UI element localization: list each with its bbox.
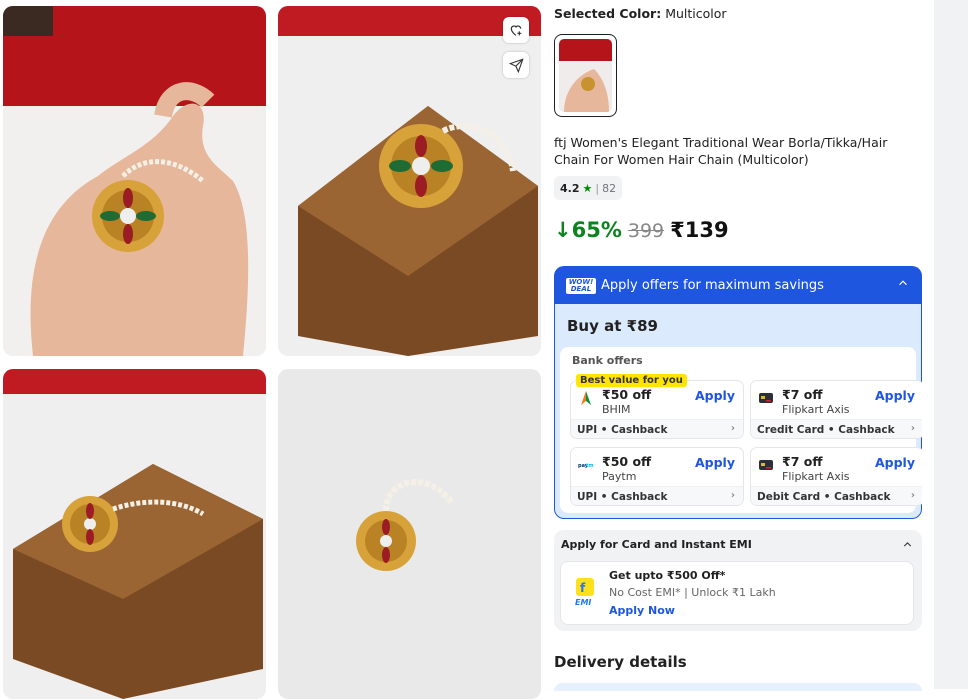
original-price: 399: [627, 220, 665, 242]
share-button[interactable]: [503, 52, 529, 78]
best-value-tag: Best value for you: [576, 374, 687, 387]
selected-color-label: Selected Color:: [554, 6, 662, 21]
offers-header-title: Apply offers for maximum savings: [601, 278, 824, 293]
offer-provider: Flipkart Axis: [782, 403, 850, 416]
delivery-details-box: [554, 683, 922, 691]
offer-footer-text: UPI • Cashback: [577, 424, 668, 436]
rating-count: 82: [602, 181, 617, 195]
offers-card: WOW! DEAL Apply offers for maximum savin…: [554, 266, 922, 519]
bank-offers-panel: Bank offers Best value for you ₹50 off B…: [560, 347, 922, 513]
apply-offer-button[interactable]: Apply: [875, 455, 915, 470]
emi-icon-label: EMI: [575, 598, 591, 606]
bhim-icon: [581, 391, 591, 405]
svg-text:f: f: [580, 581, 586, 595]
product-image-3[interactable]: [3, 369, 266, 699]
wow-deal-badge: WOW! DEAL: [566, 278, 596, 294]
card-icon: [759, 393, 773, 403]
rating-badge[interactable]: 4.2 ★ | 82: [554, 176, 623, 200]
emi-header[interactable]: Apply for Card and Instant EMI: [561, 538, 752, 551]
chevron-right-icon: ›: [730, 490, 735, 501]
rating-value: 4.2: [560, 181, 580, 195]
wow-badge-line2: DEAL: [570, 285, 592, 293]
chevron-right-icon: ›: [910, 423, 915, 434]
apply-now-link[interactable]: Apply Now: [609, 604, 675, 617]
offer-footer: Credit Card • Cashback ›: [751, 419, 922, 438]
chevron-right-icon: ›: [910, 490, 915, 501]
paytm-icon: paytm: [578, 462, 594, 469]
svg-text:tm: tm: [586, 463, 594, 469]
selected-color: Selected Color: Multicolor: [554, 6, 727, 21]
selling-price: ₹139: [670, 218, 729, 242]
apply-offer-button[interactable]: Apply: [695, 455, 735, 470]
offer-card-axis-credit[interactable]: ₹7 off Flipkart Axis Apply Credit Card •…: [750, 380, 922, 439]
offer-footer-text: Credit Card • Cashback: [757, 424, 895, 436]
offer-provider: Paytm: [602, 470, 637, 483]
card-icon: [759, 460, 773, 470]
offer-card-axis-debit[interactable]: ₹7 off Flipkart Axis Apply Debit Card • …: [750, 447, 922, 506]
heart-plus-icon: [510, 25, 522, 36]
product-image-4[interactable]: [278, 369, 541, 699]
offer-amount: ₹7 off: [782, 454, 823, 469]
emi-offer-subtitle: No Cost EMI* | Unlock ₹1 Lakh: [609, 586, 776, 599]
card-emi-section: Apply for Card and Instant EMI f EMI Get…: [554, 530, 922, 631]
chevron-up-icon[interactable]: [901, 538, 914, 551]
page-gutter: [934, 0, 968, 689]
offer-amount: ₹50 off: [602, 387, 652, 402]
offer-footer-text: Debit Card • Cashback: [757, 491, 891, 503]
price-row: ↓65% 399 ₹139: [554, 218, 729, 242]
offer-footer: Debit Card • Cashback ›: [751, 486, 922, 505]
color-variant-thumbnail[interactable]: [554, 34, 617, 117]
product-title: ftj Women's Elegant Traditional Wear Bor…: [554, 135, 888, 167]
offer-amount: ₹50 off: [602, 454, 652, 469]
apply-offer-button[interactable]: Apply: [875, 388, 915, 403]
offer-provider: BHIM: [602, 403, 631, 416]
buy-at-price: Buy at ₹89: [567, 317, 658, 335]
offer-amount: ₹7 off: [782, 387, 823, 402]
offer-card-bhim[interactable]: Best value for you ₹50 off BHIM Apply UP…: [570, 374, 744, 439]
share-icon: [508, 57, 524, 73]
apply-offer-button[interactable]: Apply: [695, 388, 735, 403]
offer-provider: Flipkart Axis: [782, 470, 850, 483]
product-image-2[interactable]: [278, 6, 541, 356]
chevron-right-icon: ›: [730, 423, 735, 434]
flipkart-emi-icon: f EMI: [575, 578, 594, 606]
rating-separator: |: [595, 181, 600, 195]
offers-header[interactable]: WOW! DEAL Apply offers for maximum savin…: [554, 266, 922, 304]
chevron-up-icon: [899, 280, 907, 286]
offer-footer-text: UPI • Cashback: [577, 491, 668, 503]
offers-body: Buy at ₹89 Bank offers Best value for yo…: [555, 304, 922, 518]
delivery-details-heading: Delivery details: [554, 653, 687, 671]
selected-color-value: Multicolor: [665, 6, 727, 21]
offer-card-paytm[interactable]: pay tm ₹50 off Paytm Apply UPI • Cashback…: [570, 447, 744, 506]
discount-percent: ↓65%: [554, 218, 622, 242]
wishlist-button[interactable]: [503, 17, 529, 43]
product-image-1[interactable]: [3, 6, 266, 356]
emi-offer-card[interactable]: f EMI Get upto ₹500 Off* No Cost EMI* | …: [560, 561, 914, 625]
offer-footer: UPI • Cashback ›: [571, 419, 743, 438]
bank-offers-label: Bank offers: [572, 354, 643, 367]
star-icon: ★: [582, 181, 593, 195]
offer-footer: UPI • Cashback ›: [571, 486, 743, 505]
emi-offer-title: Get upto ₹500 Off*: [609, 569, 726, 582]
